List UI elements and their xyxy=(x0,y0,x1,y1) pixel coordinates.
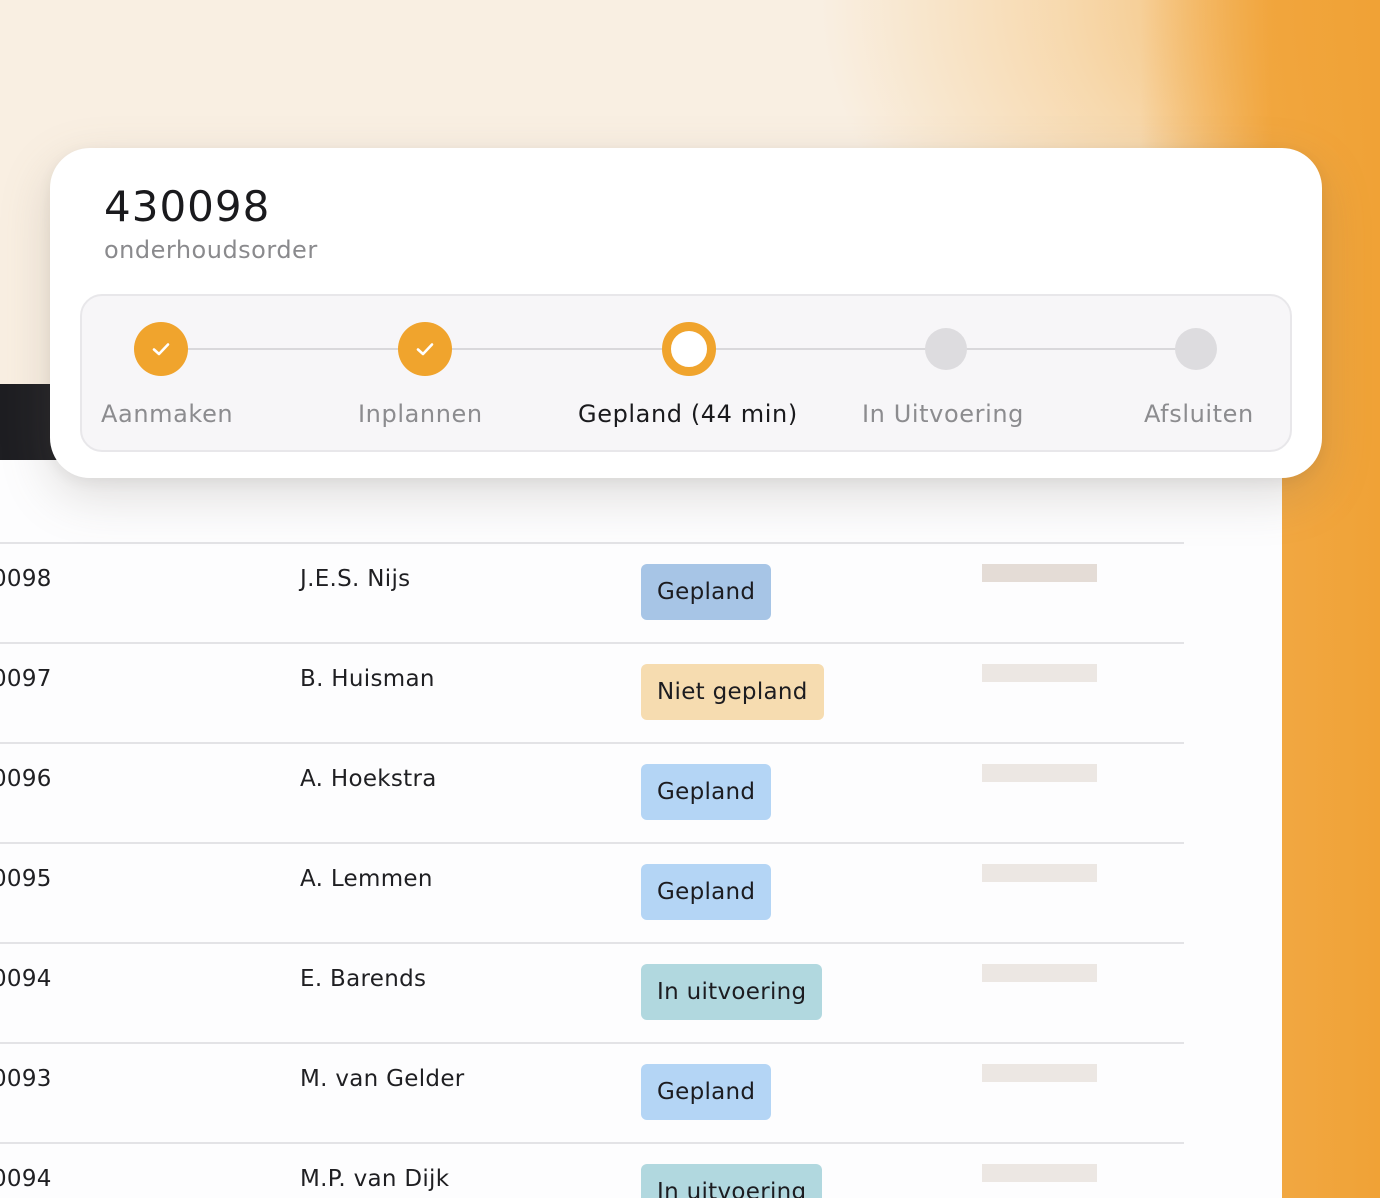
order-number: 430098 xyxy=(104,182,271,231)
order-id-cell: 0094 xyxy=(0,1166,52,1192)
status-badge: Gepland xyxy=(641,864,772,920)
order-id-cell: 0094 xyxy=(0,966,52,992)
technician-name-cell: M.P. van Dijk xyxy=(300,1166,450,1192)
status-badge: Gepland xyxy=(641,564,772,620)
placeholder-bar xyxy=(982,564,1097,582)
table-row[interactable]: 0094 M.P. van Dijk In uitvoering xyxy=(0,1142,1184,1198)
step-label-aanmaken: Aanmaken xyxy=(101,400,234,428)
step-afsluiten-pending-icon[interactable] xyxy=(1175,328,1217,370)
placeholder-bar xyxy=(982,764,1097,782)
step-inplannen-check-icon[interactable] xyxy=(398,322,452,376)
order-id-cell: 0095 xyxy=(0,866,52,892)
status-badge: Gepland xyxy=(641,764,772,820)
technician-name-cell: B. Huisman xyxy=(300,666,435,692)
technician-name-cell: M. van Gelder xyxy=(300,1066,465,1092)
step-label-afsluiten: Afsluiten xyxy=(1144,400,1254,428)
placeholder-bar xyxy=(982,664,1097,682)
progress-stepper: Aanmaken Inplannen Gepland (44 min) In U… xyxy=(80,294,1292,452)
step-gepland-current-icon[interactable] xyxy=(662,322,716,376)
table-row[interactable]: 0094 E. Barends In uitvoering xyxy=(0,942,1184,1042)
order-table-panel: 0098 J.E.S. Nijs Gepland 0097 B. Huisman… xyxy=(0,384,1282,1198)
placeholder-bar xyxy=(982,1164,1097,1182)
technician-name-cell: E. Barends xyxy=(300,966,427,992)
step-label-inplannen: Inplannen xyxy=(358,400,483,428)
technician-name-cell: A. Hoekstra xyxy=(300,766,437,792)
order-status-card: 430098 onderhoudsorder Aanmaken Inplanne… xyxy=(50,148,1322,478)
step-in-uitvoering-pending-icon[interactable] xyxy=(925,328,967,370)
step-label-in-uitvoering: In Uitvoering xyxy=(862,400,1024,428)
table-row[interactable]: 0093 M. van Gelder Gepland xyxy=(0,1042,1184,1142)
order-id-cell: 0098 xyxy=(0,566,52,592)
status-badge: Niet gepland xyxy=(641,664,824,720)
order-table-rows: 0098 J.E.S. Nijs Gepland 0097 B. Huisman… xyxy=(0,542,1184,1198)
order-id-cell: 0097 xyxy=(0,666,52,692)
order-type: onderhoudsorder xyxy=(104,236,318,264)
placeholder-bar xyxy=(982,1064,1097,1082)
table-row[interactable]: 0095 A. Lemmen Gepland xyxy=(0,842,1184,942)
placeholder-bar xyxy=(982,964,1097,982)
table-row[interactable]: 0097 B. Huisman Niet gepland xyxy=(0,642,1184,742)
table-row[interactable]: 0096 A. Hoekstra Gepland xyxy=(0,742,1184,842)
table-row[interactable]: 0098 J.E.S. Nijs Gepland xyxy=(0,542,1184,642)
status-badge: Gepland xyxy=(641,1064,772,1120)
status-badge: In uitvoering xyxy=(641,1164,823,1198)
status-badge: In uitvoering xyxy=(641,964,823,1020)
technician-name-cell: J.E.S. Nijs xyxy=(300,566,411,592)
step-label-gepland: Gepland (44 min) xyxy=(578,400,798,428)
order-id-cell: 0096 xyxy=(0,766,52,792)
technician-name-cell: A. Lemmen xyxy=(300,866,433,892)
placeholder-bar xyxy=(982,864,1097,882)
order-id-cell: 0093 xyxy=(0,1066,52,1092)
step-aanmaken-check-icon[interactable] xyxy=(134,322,188,376)
